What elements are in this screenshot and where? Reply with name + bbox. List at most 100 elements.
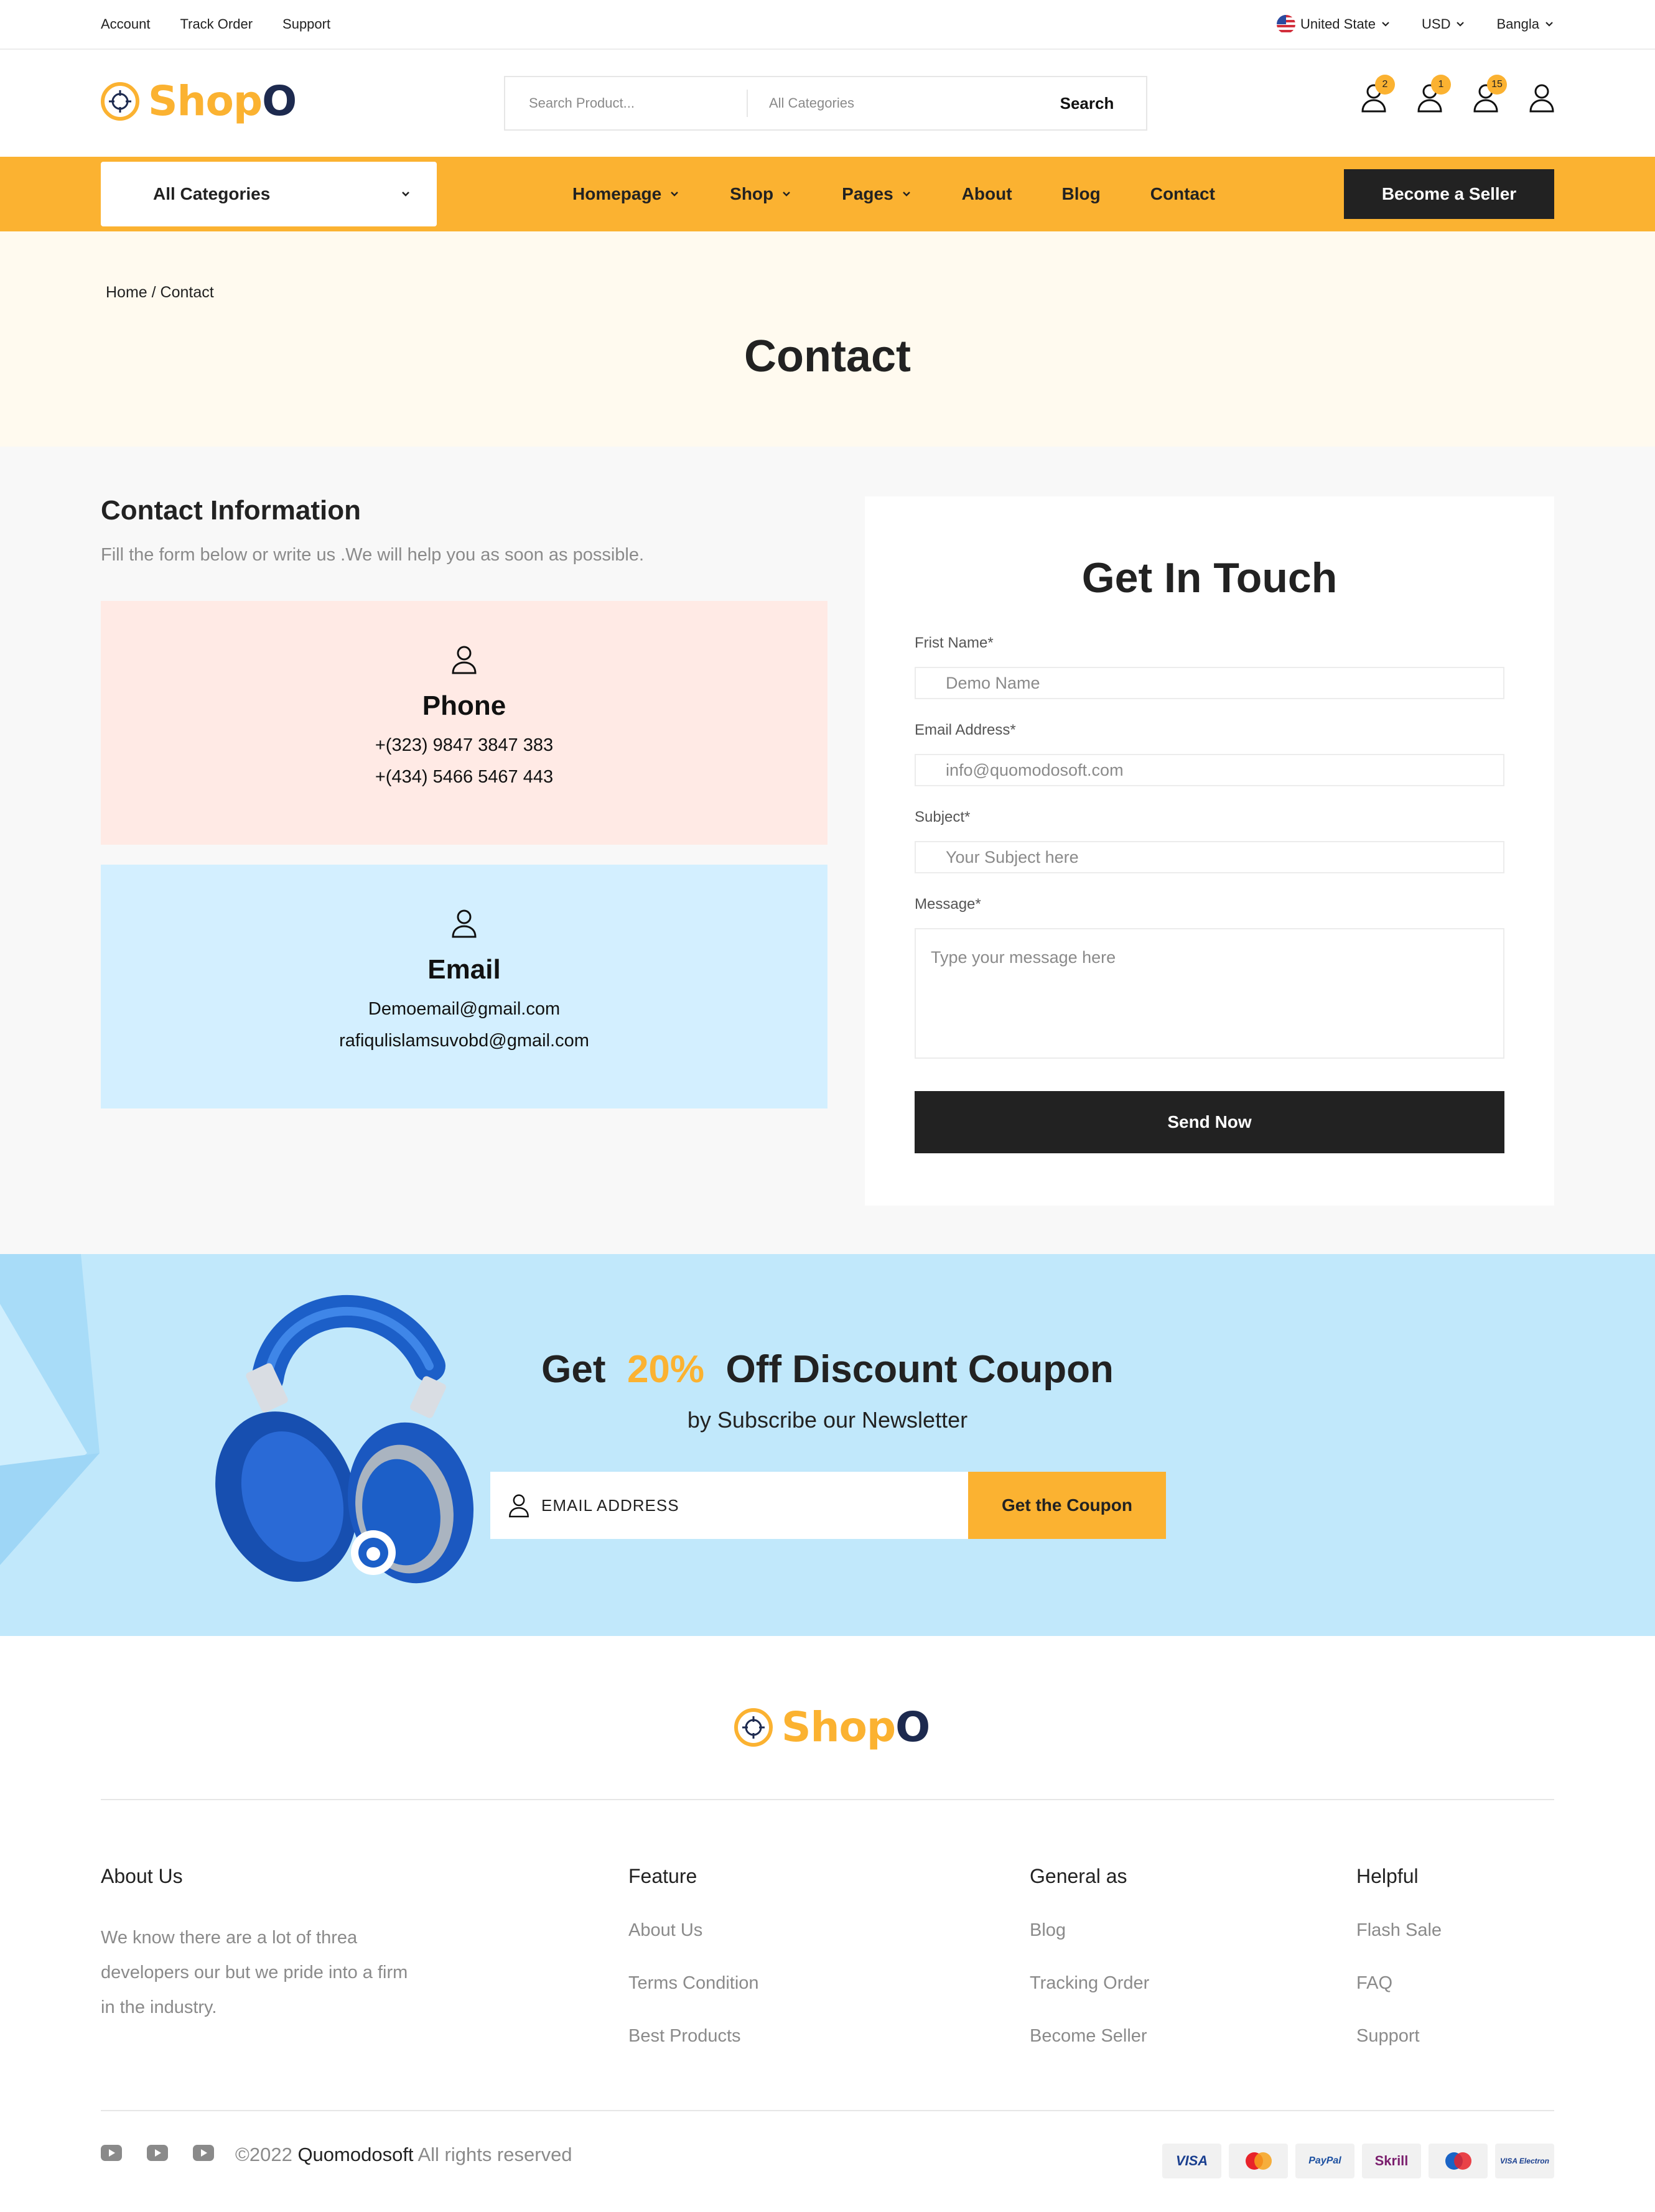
mastercard-icon bbox=[1229, 2144, 1288, 2178]
footer-about-text: We know there are a lot of threa develop… bbox=[101, 1928, 408, 2017]
footer-feature-column: Feature About Us Terms Condition Best Pr… bbox=[628, 1865, 759, 2079]
contact-section: Contact Information Fill the form below … bbox=[0, 447, 1655, 1254]
youtube-icon[interactable] bbox=[147, 2145, 168, 2161]
youtube-icon[interactable] bbox=[193, 2145, 214, 2161]
message-field[interactable]: Type your message here bbox=[915, 928, 1504, 1059]
footer-link[interactable]: Flash Sale bbox=[1356, 1920, 1442, 1941]
chevron-down-icon bbox=[1457, 22, 1465, 27]
country-label: United State bbox=[1300, 16, 1376, 32]
subject-field[interactable]: Your Subject here bbox=[915, 841, 1504, 873]
footer-link[interactable]: Best Products bbox=[628, 2026, 759, 2047]
email-address: Demoemail@gmail.com bbox=[368, 999, 561, 1019]
currency-label: USD bbox=[1422, 16, 1451, 32]
account-link[interactable]: Account bbox=[101, 16, 151, 32]
all-categories-label: All Categories bbox=[153, 184, 271, 203]
logo-target-icon bbox=[734, 1708, 773, 1747]
copyright: ©2022 Quomodosoft All rights reserved bbox=[235, 2144, 572, 2165]
user-icon[interactable] bbox=[1528, 82, 1555, 114]
search-bar: Search Product... All Categories Search bbox=[504, 76, 1147, 131]
subject-label: Subject* bbox=[915, 809, 971, 825]
footer-about-title: About Us bbox=[101, 1865, 183, 1887]
support-link[interactable]: Support bbox=[282, 16, 330, 32]
youtube-icon[interactable] bbox=[101, 2145, 122, 2161]
footer-link[interactable]: About Us bbox=[628, 1920, 759, 1941]
search-category-select[interactable]: All Categories bbox=[748, 95, 1028, 111]
footer-link[interactable]: Support bbox=[1356, 2026, 1442, 2047]
nav-contact-label: Contact bbox=[1150, 184, 1215, 203]
page-hero: Home / Contact Contact bbox=[0, 231, 1655, 447]
main-header: ShopO Search Product... All Categories S… bbox=[0, 50, 1655, 157]
footer-bottom-divider bbox=[101, 2110, 1554, 2111]
logo-text: ShopO bbox=[148, 77, 297, 125]
contact-info-title: Contact Information bbox=[101, 495, 361, 526]
first-name-field[interactable]: Demo Name bbox=[915, 667, 1504, 699]
skrill-icon: Skrill bbox=[1362, 2144, 1421, 2178]
send-now-button[interactable]: Send Now bbox=[915, 1091, 1504, 1153]
top-links: Account Track Order Support bbox=[101, 16, 330, 32]
first-name-label: Frist Name* bbox=[915, 634, 994, 651]
nav-about[interactable]: About bbox=[962, 184, 1012, 204]
user-icon bbox=[509, 1494, 529, 1518]
nav-blog[interactable]: Blog bbox=[1062, 184, 1101, 204]
footer-column-title: Feature bbox=[628, 1865, 697, 1887]
footer-link[interactable]: Tracking Order bbox=[1030, 1973, 1149, 1994]
message-label: Message* bbox=[915, 896, 981, 913]
nav-contact[interactable]: Contact bbox=[1150, 184, 1215, 204]
breadcrumb-current: Contact bbox=[160, 284, 214, 301]
contact-info-subtitle: Fill the form below or write us .We will… bbox=[101, 545, 645, 565]
become-seller-button[interactable]: Become a Seller bbox=[1344, 169, 1554, 219]
country-select[interactable]: United State bbox=[1276, 15, 1391, 34]
newsletter-form: EMAIL ADDRESS Get the Coupon bbox=[490, 1472, 1166, 1539]
chevron-down-icon bbox=[402, 192, 409, 197]
social-links bbox=[101, 2145, 214, 2161]
chevron-down-icon bbox=[783, 192, 791, 197]
phone-title: Phone bbox=[422, 690, 506, 721]
get-coupon-button[interactable]: Get the Coupon bbox=[968, 1472, 1166, 1539]
compare-icon[interactable]: 2 bbox=[1360, 75, 1395, 114]
footer-link[interactable]: FAQ bbox=[1356, 1973, 1442, 1994]
footer-link[interactable]: Terms Condition bbox=[628, 1973, 759, 1994]
chevron-down-icon bbox=[1382, 22, 1389, 27]
currency-select[interactable]: USD bbox=[1422, 16, 1465, 32]
newsletter-email-input[interactable]: EMAIL ADDRESS bbox=[490, 1472, 968, 1539]
footer-column-title: General as bbox=[1030, 1865, 1127, 1887]
compare-badge: 2 bbox=[1375, 75, 1395, 95]
track-order-link[interactable]: Track Order bbox=[180, 16, 253, 32]
top-selectors: United State USD Bangla bbox=[1276, 15, 1554, 34]
wishlist-icon[interactable]: 1 bbox=[1416, 75, 1451, 114]
footer-logo[interactable]: ShopO bbox=[733, 1703, 930, 1751]
cart-icon[interactable]: 15 bbox=[1472, 75, 1507, 114]
newsletter-section: Get 20% Off Discount Coupon by Subscribe… bbox=[0, 1254, 1655, 1636]
us-flag-icon bbox=[1276, 15, 1295, 34]
search-button[interactable]: Search bbox=[1028, 94, 1146, 113]
page-title: Contact bbox=[744, 332, 911, 381]
phone-number: +(323) 9847 3847 383 bbox=[375, 735, 554, 755]
email-card: Email Demoemail@gmail.com rafiqulislamsu… bbox=[101, 865, 827, 1108]
wishlist-badge: 1 bbox=[1431, 75, 1451, 95]
newsletter-title: Get 20% Off Discount Coupon bbox=[541, 1348, 1114, 1391]
footer-link[interactable]: Become Seller bbox=[1030, 2026, 1149, 2047]
language-select[interactable]: Bangla bbox=[1496, 16, 1554, 32]
cart-badge: 15 bbox=[1487, 75, 1507, 95]
nav-homepage[interactable]: Homepage bbox=[572, 184, 680, 204]
email-title: Email bbox=[427, 954, 501, 985]
email-field[interactable]: info@quomodosoft.com bbox=[915, 754, 1504, 786]
nav-shop-label: Shop bbox=[730, 184, 774, 203]
footer-helpful-column: Helpful Flash Sale FAQ Support bbox=[1356, 1865, 1442, 2079]
headphones-image bbox=[215, 1294, 474, 1584]
all-categories-dropdown[interactable]: All Categories bbox=[101, 162, 437, 226]
language-label: Bangla bbox=[1496, 16, 1539, 32]
footer-link[interactable]: Blog bbox=[1030, 1920, 1149, 1941]
nav-pages[interactable]: Pages bbox=[842, 184, 912, 204]
newsletter-subtitle: by Subscribe our Newsletter bbox=[687, 1407, 968, 1433]
footer-about: About Us We know there are a lot of thre… bbox=[101, 1865, 424, 2025]
breadcrumb-home[interactable]: Home bbox=[106, 284, 147, 301]
footer-divider bbox=[101, 1799, 1554, 1800]
breadcrumb-separator: / bbox=[151, 284, 156, 301]
logo[interactable]: ShopO bbox=[100, 77, 297, 125]
nav-shop[interactable]: Shop bbox=[730, 184, 792, 204]
search-input[interactable]: Search Product... bbox=[505, 90, 748, 117]
phone-number: +(434) 5466 5467 443 bbox=[375, 767, 554, 787]
copyright-company[interactable]: Quomodosoft bbox=[297, 2144, 413, 2165]
email-user-icon bbox=[450, 908, 478, 938]
